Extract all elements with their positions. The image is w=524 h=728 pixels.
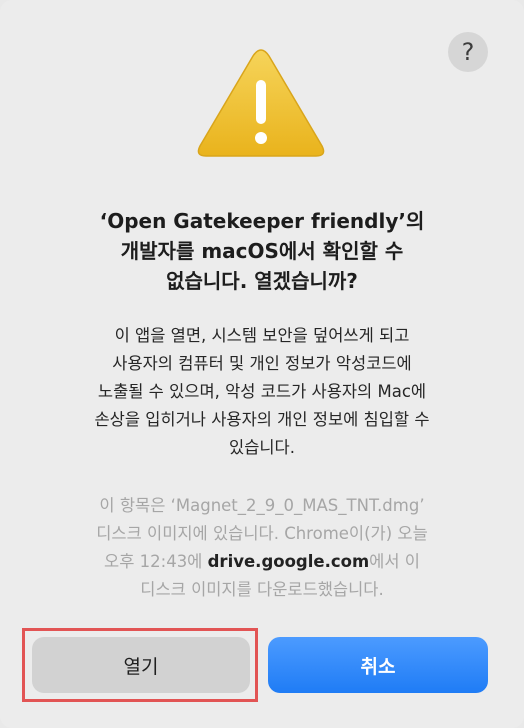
- open-button-label: 열기: [123, 655, 159, 678]
- download-domain: drive.google.com: [207, 552, 370, 571]
- warning-triangle-icon: [197, 49, 325, 157]
- info-line: 오후 12:43에 drive.google.com에서 이: [30, 548, 494, 576]
- dialog-title: ‘Open Gatekeeper friendly’의 개발자를 macOS에서…: [30, 206, 494, 296]
- title-line: 개발자를 macOS에서 확인할 수: [120, 239, 404, 263]
- gatekeeper-dialog: ? ‘Open Gatekeeper friendly’의 개발자를 macOS…: [0, 0, 524, 728]
- cancel-button[interactable]: 취소: [268, 637, 488, 693]
- info-line: 이 항목은 ‘Magnet_2_9_0_MAS_TNT.dmg’: [99, 496, 425, 515]
- cancel-button-label: 취소: [360, 655, 396, 678]
- message-line: 사용자의 컴퓨터 및 개인 정보가 악성코드에: [112, 354, 412, 373]
- message-line: 노출될 수 있으며, 악성 코드가 사용자의 Mac에: [97, 382, 427, 401]
- message-line: 이 앱을 열면, 시스템 보안을 덮어쓰게 되고: [114, 326, 410, 345]
- message-line: 있습니다.: [229, 438, 295, 457]
- warning-message: 이 앱을 열면, 시스템 보안을 덮어쓰게 되고 사용자의 컴퓨터 및 개인 정…: [30, 322, 494, 462]
- open-button[interactable]: 열기: [32, 637, 250, 693]
- info-line: 디스크 이미지에 있습니다. Chrome이(가) 오늘: [96, 524, 428, 543]
- download-info: 이 항목은 ‘Magnet_2_9_0_MAS_TNT.dmg’ 디스크 이미지…: [30, 492, 494, 604]
- info-time-text: 오후 12:43에: [104, 552, 208, 571]
- help-button[interactable]: ?: [448, 32, 488, 72]
- title-line: ‘Open Gatekeeper friendly’의: [99, 209, 425, 233]
- info-line: 디스크 이미지를 다운로드했습니다.: [140, 580, 384, 599]
- message-line: 손상을 입히거나 사용자의 개인 정보에 침입할 수: [94, 410, 430, 429]
- title-line: 없습니다. 열겠습니까?: [166, 269, 358, 293]
- question-mark-icon: ?: [461, 38, 475, 66]
- info-suffix-text: 에서 이: [369, 552, 420, 571]
